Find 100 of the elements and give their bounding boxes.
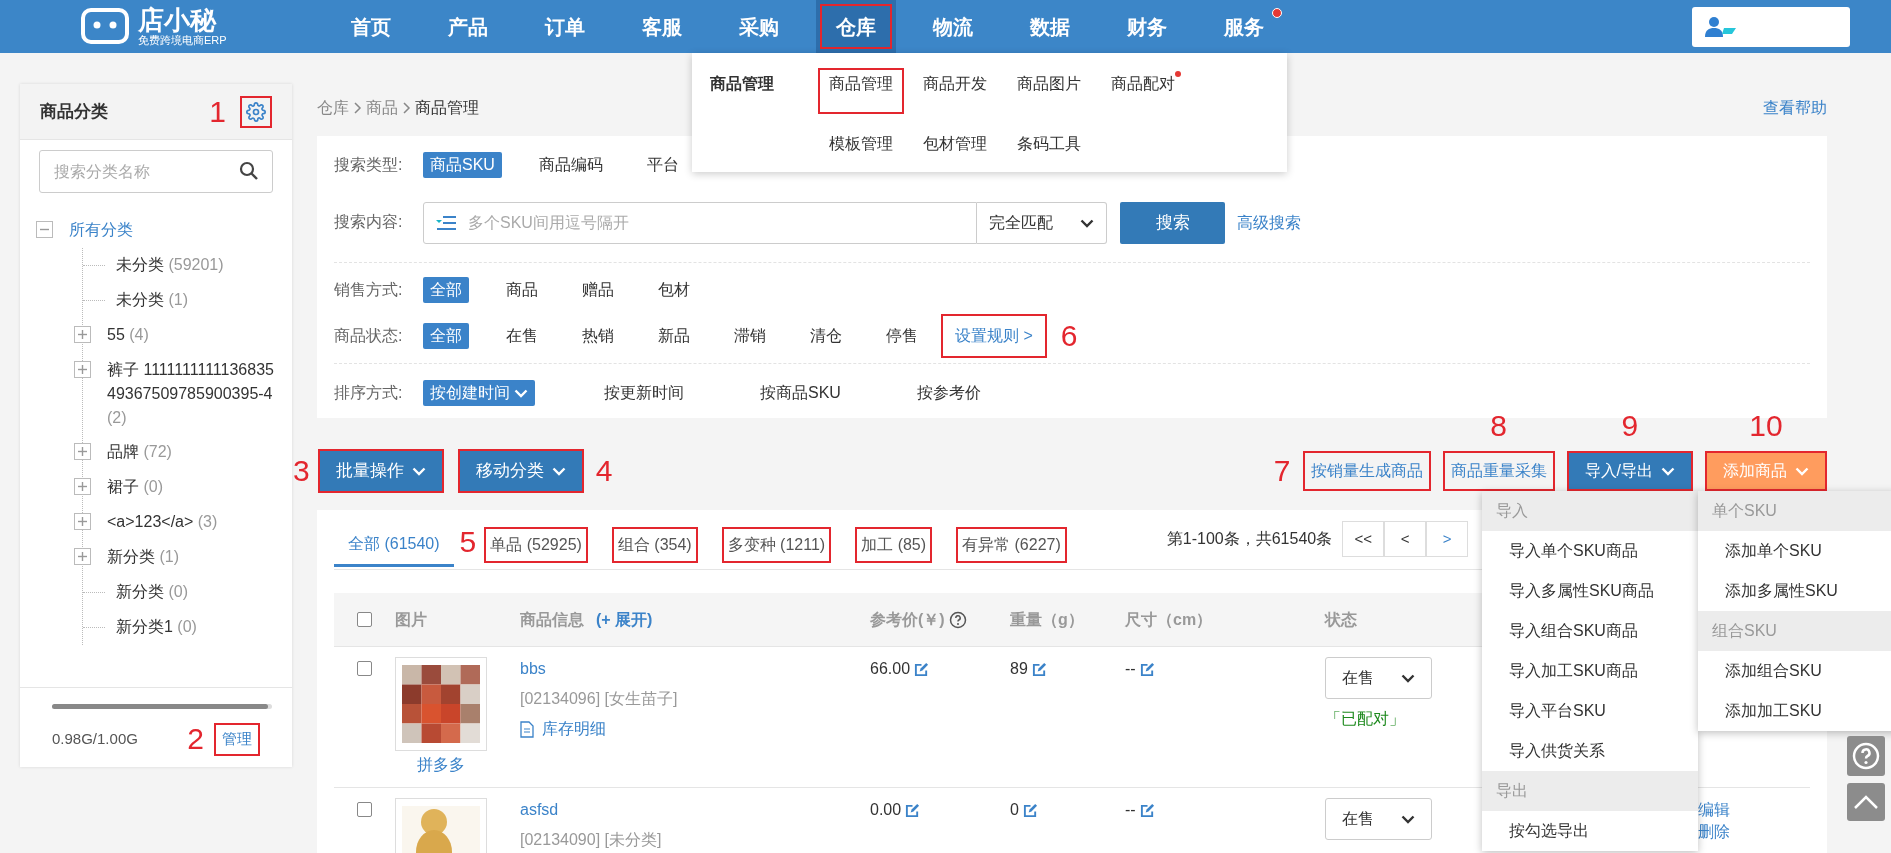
- page-button[interactable]: <<: [1342, 521, 1385, 557]
- expand-icon[interactable]: [74, 548, 91, 565]
- filter-option[interactable]: 滞销: [727, 323, 773, 349]
- menu-item[interactable]: 导入供货关系: [1482, 731, 1698, 771]
- category-item[interactable]: <a>123</a> (3): [107, 510, 218, 534]
- dropdown-button[interactable]: 导入/导出: [1566, 451, 1693, 491]
- tab[interactable]: 全部 (61540): [334, 523, 454, 567]
- nav-item[interactable]: 仓库: [815, 0, 896, 53]
- dropdown-button[interactable]: 批量操作: [317, 449, 444, 493]
- nav-item[interactable]: 首页: [330, 0, 411, 53]
- nav-item[interactable]: 数据: [1009, 0, 1090, 53]
- menu-item[interactable]: 添加单个SKU: [1698, 531, 1891, 571]
- category-item[interactable]: 裙子 (0): [107, 475, 163, 499]
- back-to-top-button[interactable]: [1847, 783, 1885, 821]
- submenu-item[interactable]: 模板管理: [825, 128, 897, 172]
- stock-detail-link[interactable]: 库存明细: [542, 717, 606, 741]
- set-rules-link[interactable]: 设置规则 >: [941, 314, 1047, 358]
- category-item[interactable]: 未分类 (59201): [116, 253, 224, 277]
- category-item[interactable]: 新分类1 (0): [116, 615, 197, 639]
- category-item[interactable]: 品牌 (72): [107, 440, 172, 464]
- edit-icon[interactable]: [905, 802, 921, 818]
- category-item[interactable]: 所有分类: [69, 218, 133, 242]
- nav-item[interactable]: 订单: [524, 0, 605, 53]
- category-item[interactable]: 新分类 (1): [107, 545, 179, 569]
- category-search-field[interactable]: 搜索分类名称: [39, 150, 273, 193]
- filter-option[interactable]: 按创建时间: [423, 380, 535, 406]
- collapse-icon[interactable]: [36, 221, 53, 238]
- menu-item[interactable]: 导入多属性SKU商品: [1482, 571, 1698, 611]
- menu-item[interactable]: 添加加工SKU: [1698, 691, 1891, 731]
- expand-link[interactable]: (+ 展开): [596, 607, 653, 632]
- submenu-item[interactable]: 商品开发: [919, 69, 991, 113]
- filter-option[interactable]: 全部: [423, 323, 469, 349]
- row-action-link[interactable]: 删除: [1698, 822, 1730, 842]
- edit-icon[interactable]: [1031, 661, 1047, 677]
- filter-option[interactable]: 平台: [639, 152, 686, 178]
- filter-option[interactable]: 按商品SKU: [753, 380, 848, 406]
- expand-icon[interactable]: [74, 361, 91, 378]
- platform-link[interactable]: 拼多多: [395, 753, 487, 777]
- menu-item[interactable]: 导入加工SKU商品: [1482, 651, 1698, 691]
- menu-item[interactable]: 导入单个SKU商品: [1482, 531, 1698, 571]
- filter-option[interactable]: 按更新时间: [597, 380, 691, 406]
- dropdown-button[interactable]: 移动分类: [457, 449, 584, 493]
- search-button[interactable]: 搜索: [1120, 202, 1225, 244]
- filter-option[interactable]: 商品SKU: [423, 152, 502, 178]
- edit-icon[interactable]: [914, 661, 930, 677]
- user-box[interactable]: [1692, 6, 1850, 47]
- page-button[interactable]: <: [1384, 521, 1427, 557]
- submenu-item[interactable]: 商品管理: [819, 69, 903, 113]
- category-item[interactable]: 新分类 (0): [116, 580, 188, 604]
- help-icon[interactable]: [948, 610, 967, 629]
- filter-option[interactable]: 新品: [651, 323, 697, 349]
- tab[interactable]: 组合 (354): [607, 523, 702, 567]
- tab[interactable]: 加工 (85): [851, 523, 937, 567]
- filter-option[interactable]: 热销: [575, 323, 621, 349]
- page-button[interactable]: >: [1426, 521, 1469, 557]
- status-select[interactable]: 在售: [1325, 657, 1432, 699]
- filter-option[interactable]: 在售: [499, 323, 545, 349]
- checkbox[interactable]: [357, 802, 372, 817]
- product-name-link[interactable]: asfsd: [520, 798, 870, 822]
- action-link[interactable]: 按销量生成商品: [1302, 451, 1431, 491]
- edit-icon[interactable]: [1022, 802, 1038, 818]
- submenu-item[interactable]: 条码工具: [1013, 128, 1085, 172]
- category-item[interactable]: 裤子 111111111113683549367509785900395-4 (2): [107, 358, 276, 430]
- checkbox[interactable]: [357, 612, 372, 627]
- category-item[interactable]: 未分类 (1): [116, 288, 188, 312]
- filter-option[interactable]: 清仓: [803, 323, 849, 349]
- menu-item[interactable]: 导入平台SKU: [1482, 691, 1698, 731]
- filter-option[interactable]: 商品: [499, 277, 545, 303]
- menu-item[interactable]: 添加多属性SKU: [1698, 571, 1891, 611]
- product-name-link[interactable]: bbs: [520, 657, 870, 681]
- breadcrumb-item[interactable]: 商品管理: [415, 96, 479, 120]
- nav-item[interactable]: 服务: [1203, 0, 1284, 53]
- nav-item[interactable]: 客服: [621, 0, 702, 53]
- match-select[interactable]: 完全匹配: [977, 202, 1107, 244]
- tab[interactable]: 单品 (52925): [480, 523, 592, 567]
- filter-option[interactable]: 赠品: [575, 277, 621, 303]
- menu-item[interactable]: 按勾选导出: [1482, 811, 1698, 851]
- submenu-item[interactable]: 商品配对: [1107, 69, 1179, 113]
- menu-item[interactable]: 导入组合SKU商品: [1482, 611, 1698, 651]
- manage-link[interactable]: 管理: [214, 723, 260, 756]
- expand-icon[interactable]: [74, 513, 91, 530]
- expand-icon[interactable]: [74, 443, 91, 460]
- category-item[interactable]: 55 (4): [107, 323, 149, 347]
- nav-item[interactable]: 财务: [1106, 0, 1187, 53]
- filter-option[interactable]: 商品编码: [531, 152, 610, 178]
- menu-item[interactable]: 添加组合SKU: [1698, 651, 1891, 691]
- expand-icon[interactable]: [74, 478, 91, 495]
- tab[interactable]: 有异常 (6227): [952, 523, 1071, 567]
- submenu-item[interactable]: 包材管理: [919, 128, 991, 172]
- expand-icon[interactable]: [74, 326, 91, 343]
- help-link[interactable]: 查看帮助: [1763, 96, 1827, 120]
- filter-option[interactable]: 包材: [651, 277, 697, 303]
- nav-item[interactable]: 物流: [912, 0, 993, 53]
- settings-icon[interactable]: [246, 101, 266, 122]
- tab[interactable]: 多变种 (1211): [717, 523, 836, 567]
- filter-option[interactable]: 停售: [879, 323, 925, 349]
- row-action-link[interactable]: 编辑: [1698, 800, 1730, 820]
- help-button[interactable]: [1847, 736, 1885, 776]
- filter-option[interactable]: 按参考价: [909, 380, 988, 406]
- status-select[interactable]: 在售: [1325, 798, 1432, 840]
